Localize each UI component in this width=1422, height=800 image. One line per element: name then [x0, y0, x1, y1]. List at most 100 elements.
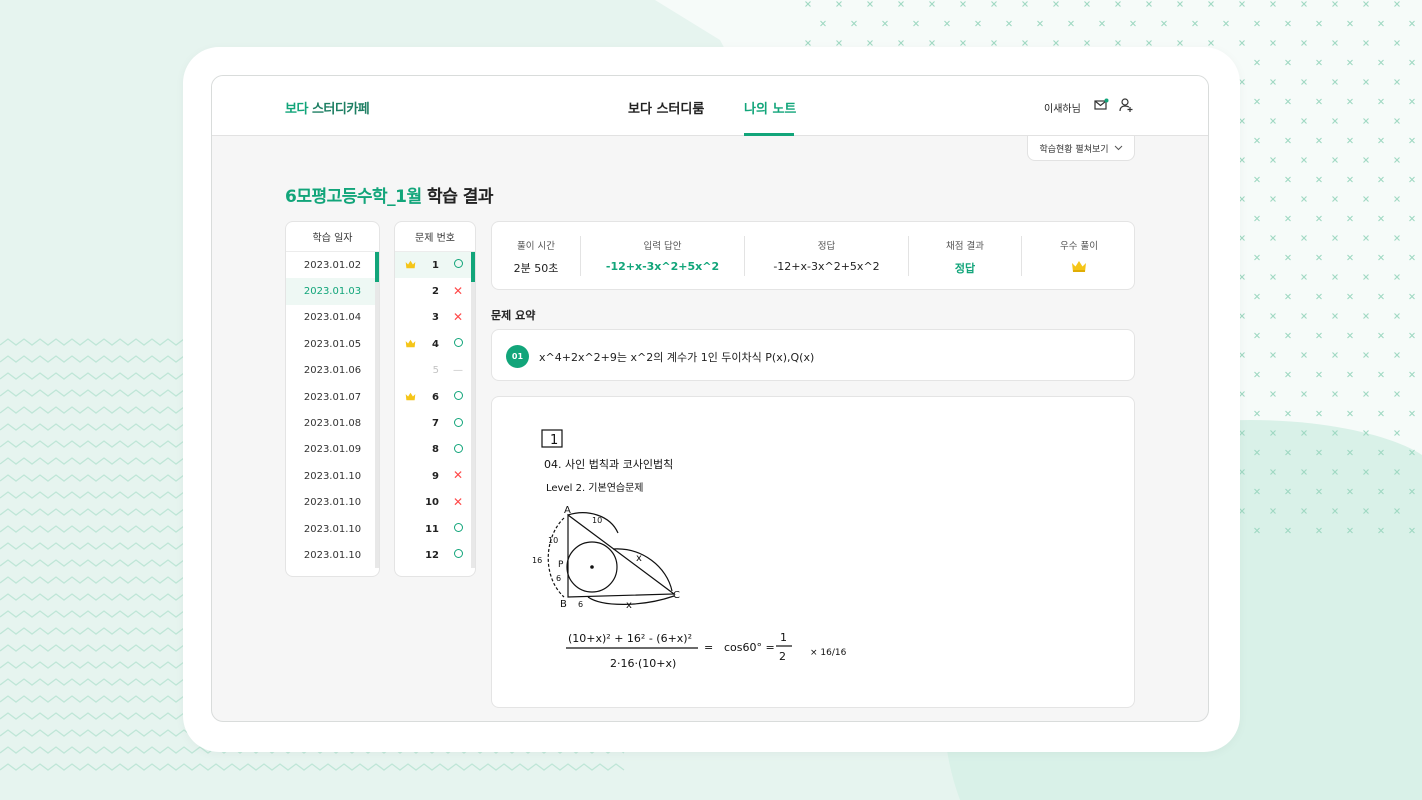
cross-pattern-mark: [1285, 527, 1291, 534]
cross-pattern-mark: [1409, 449, 1415, 456]
cross-pattern-mark: [1394, 430, 1400, 436]
grading-col: 채점 결과 정답: [909, 222, 1021, 289]
cross-pattern-mark: [1239, 352, 1245, 358]
cross-pattern-mark: [1270, 313, 1276, 319]
cross-pattern-mark: [1301, 469, 1307, 475]
nav-my-note[interactable]: 나의 노트: [744, 98, 796, 117]
cross-pattern-mark: [1223, 20, 1229, 27]
cross-pattern-mark: [1378, 59, 1384, 66]
cross-pattern-mark: [1239, 157, 1245, 163]
cross-pattern-mark: [1316, 449, 1322, 456]
date-list-header: 학습 일자: [286, 222, 379, 252]
question-list-item[interactable]: 8: [395, 437, 475, 463]
cross-pattern-mark: [805, 1, 811, 7]
question-list-item[interactable]: 9 ✕: [395, 463, 475, 489]
date-list-item[interactable]: 2023.01.03: [286, 278, 379, 305]
cross-pattern-mark: [1239, 274, 1245, 280]
crown-icon: [405, 339, 416, 348]
cross-pattern-mark: [1394, 40, 1400, 46]
cross-pattern-mark: [1363, 391, 1369, 397]
question-number: 5: [432, 365, 439, 377]
cross-pattern-mark: [1301, 391, 1307, 397]
best-solution-col: 우수 풀이: [1022, 222, 1134, 289]
cross-pattern-mark: [1301, 352, 1307, 358]
question-list-item[interactable]: 11: [395, 516, 475, 542]
cross-pattern-mark: [1316, 215, 1322, 222]
user-settings-icon[interactable]: [1118, 97, 1134, 113]
cross-pattern-mark: [1347, 293, 1353, 300]
date-scroll-thumb[interactable]: [375, 252, 379, 282]
question-list-item[interactable]: 5—: [395, 358, 475, 384]
question-number: 9: [432, 470, 439, 482]
date-list-item[interactable]: 2023.01.02: [286, 252, 379, 278]
cross-pattern-mark: [1254, 527, 1260, 534]
date-scrollbar[interactable]: [375, 252, 379, 568]
cross-pattern-mark: [1332, 313, 1338, 319]
cross-pattern-mark: [1316, 527, 1322, 534]
date-list-item[interactable]: 2023.01.09: [286, 437, 379, 463]
logo-part2: 스터디카페: [311, 102, 370, 117]
date-list-item[interactable]: 2023.01.10: [286, 516, 379, 542]
cross-pattern-mark: [1378, 20, 1384, 27]
cross-pattern-mark: [1285, 488, 1291, 495]
cross-pattern-mark: [1409, 137, 1415, 144]
crown-icon[interactable]: [1071, 260, 1087, 273]
cross-pattern-mark: [1239, 508, 1245, 514]
date-list-item[interactable]: 2023.01.05: [286, 331, 379, 357]
cross-pattern-mark: [1285, 59, 1291, 66]
arc-16: [547, 517, 565, 598]
cross-pattern-mark: [1270, 1, 1276, 7]
cross-pattern-mark: [1239, 235, 1245, 241]
date-list-item[interactable]: 2023.01.06: [286, 358, 379, 384]
cross-pattern-mark: [1239, 79, 1245, 85]
cross-pattern-mark: [1347, 371, 1353, 378]
cross-pattern-mark: [1177, 40, 1183, 46]
problem-number: 1: [550, 433, 558, 448]
date-list-item[interactable]: 2023.01.10: [286, 542, 379, 568]
cross-pattern-mark: [1332, 508, 1338, 514]
cross-pattern-mark: [1347, 20, 1353, 27]
question-list-item[interactable]: 7: [395, 410, 475, 436]
cross-pattern-mark: [1068, 20, 1074, 27]
nav-study-room[interactable]: 보다 스터디룸: [628, 98, 704, 117]
question-list-item[interactable]: 4: [395, 331, 475, 357]
logo[interactable]: 보다 스터디카페: [285, 98, 370, 117]
circle-icon: [453, 417, 463, 427]
cross-pattern-mark: [1347, 176, 1353, 183]
user-name[interactable]: 이새하님: [1044, 100, 1081, 115]
frac-num: 1: [780, 631, 787, 644]
cross-pattern-mark: [1301, 196, 1307, 202]
cross-pattern-mark: [1254, 488, 1260, 495]
date-list-item[interactable]: 2023.01.08: [286, 410, 379, 436]
x-icon: ✕: [453, 283, 464, 298]
status-toggle-button[interactable]: 학습현황 펼쳐보기: [1027, 136, 1135, 161]
question-list-item[interactable]: 6: [395, 384, 475, 410]
cross-pattern-mark: [1254, 293, 1260, 300]
question-list-item[interactable]: 1: [395, 252, 475, 279]
question-list-item[interactable]: 3 ✕: [395, 305, 475, 331]
grading-label: 채점 결과: [946, 241, 984, 252]
crown-icon: [405, 392, 416, 401]
crown-icon: [405, 260, 416, 269]
cross-pattern-mark: [1270, 391, 1276, 397]
date-list-item[interactable]: 2023.01.10: [286, 490, 379, 516]
question-list-item[interactable]: 12: [395, 542, 475, 568]
x-icon: ✕: [453, 494, 464, 509]
cross-pattern-mark: [1378, 449, 1384, 456]
cross-pattern-mark: [1378, 98, 1384, 105]
cross-pattern-mark: [1363, 313, 1369, 319]
question-list-item[interactable]: 10 ✕: [395, 490, 475, 516]
cross-pattern-mark: [1130, 20, 1136, 27]
date-list-item[interactable]: 2023.01.04: [286, 305, 379, 331]
question-scrollbar[interactable]: [471, 252, 475, 568]
cross-pattern-mark: [960, 1, 966, 7]
mail-icon[interactable]: [1093, 97, 1109, 113]
date-list-item[interactable]: 2023.01.07: [286, 384, 379, 410]
question-list-item[interactable]: 2 ✕: [395, 278, 475, 304]
date-list-item[interactable]: 2023.01.10: [286, 463, 379, 489]
cross-pattern-mark: [991, 40, 997, 46]
question-number: 2: [432, 286, 439, 298]
label-16: 16: [532, 556, 542, 565]
cross-pattern-mark: [991, 1, 997, 7]
question-scroll-thumb[interactable]: [471, 252, 475, 282]
